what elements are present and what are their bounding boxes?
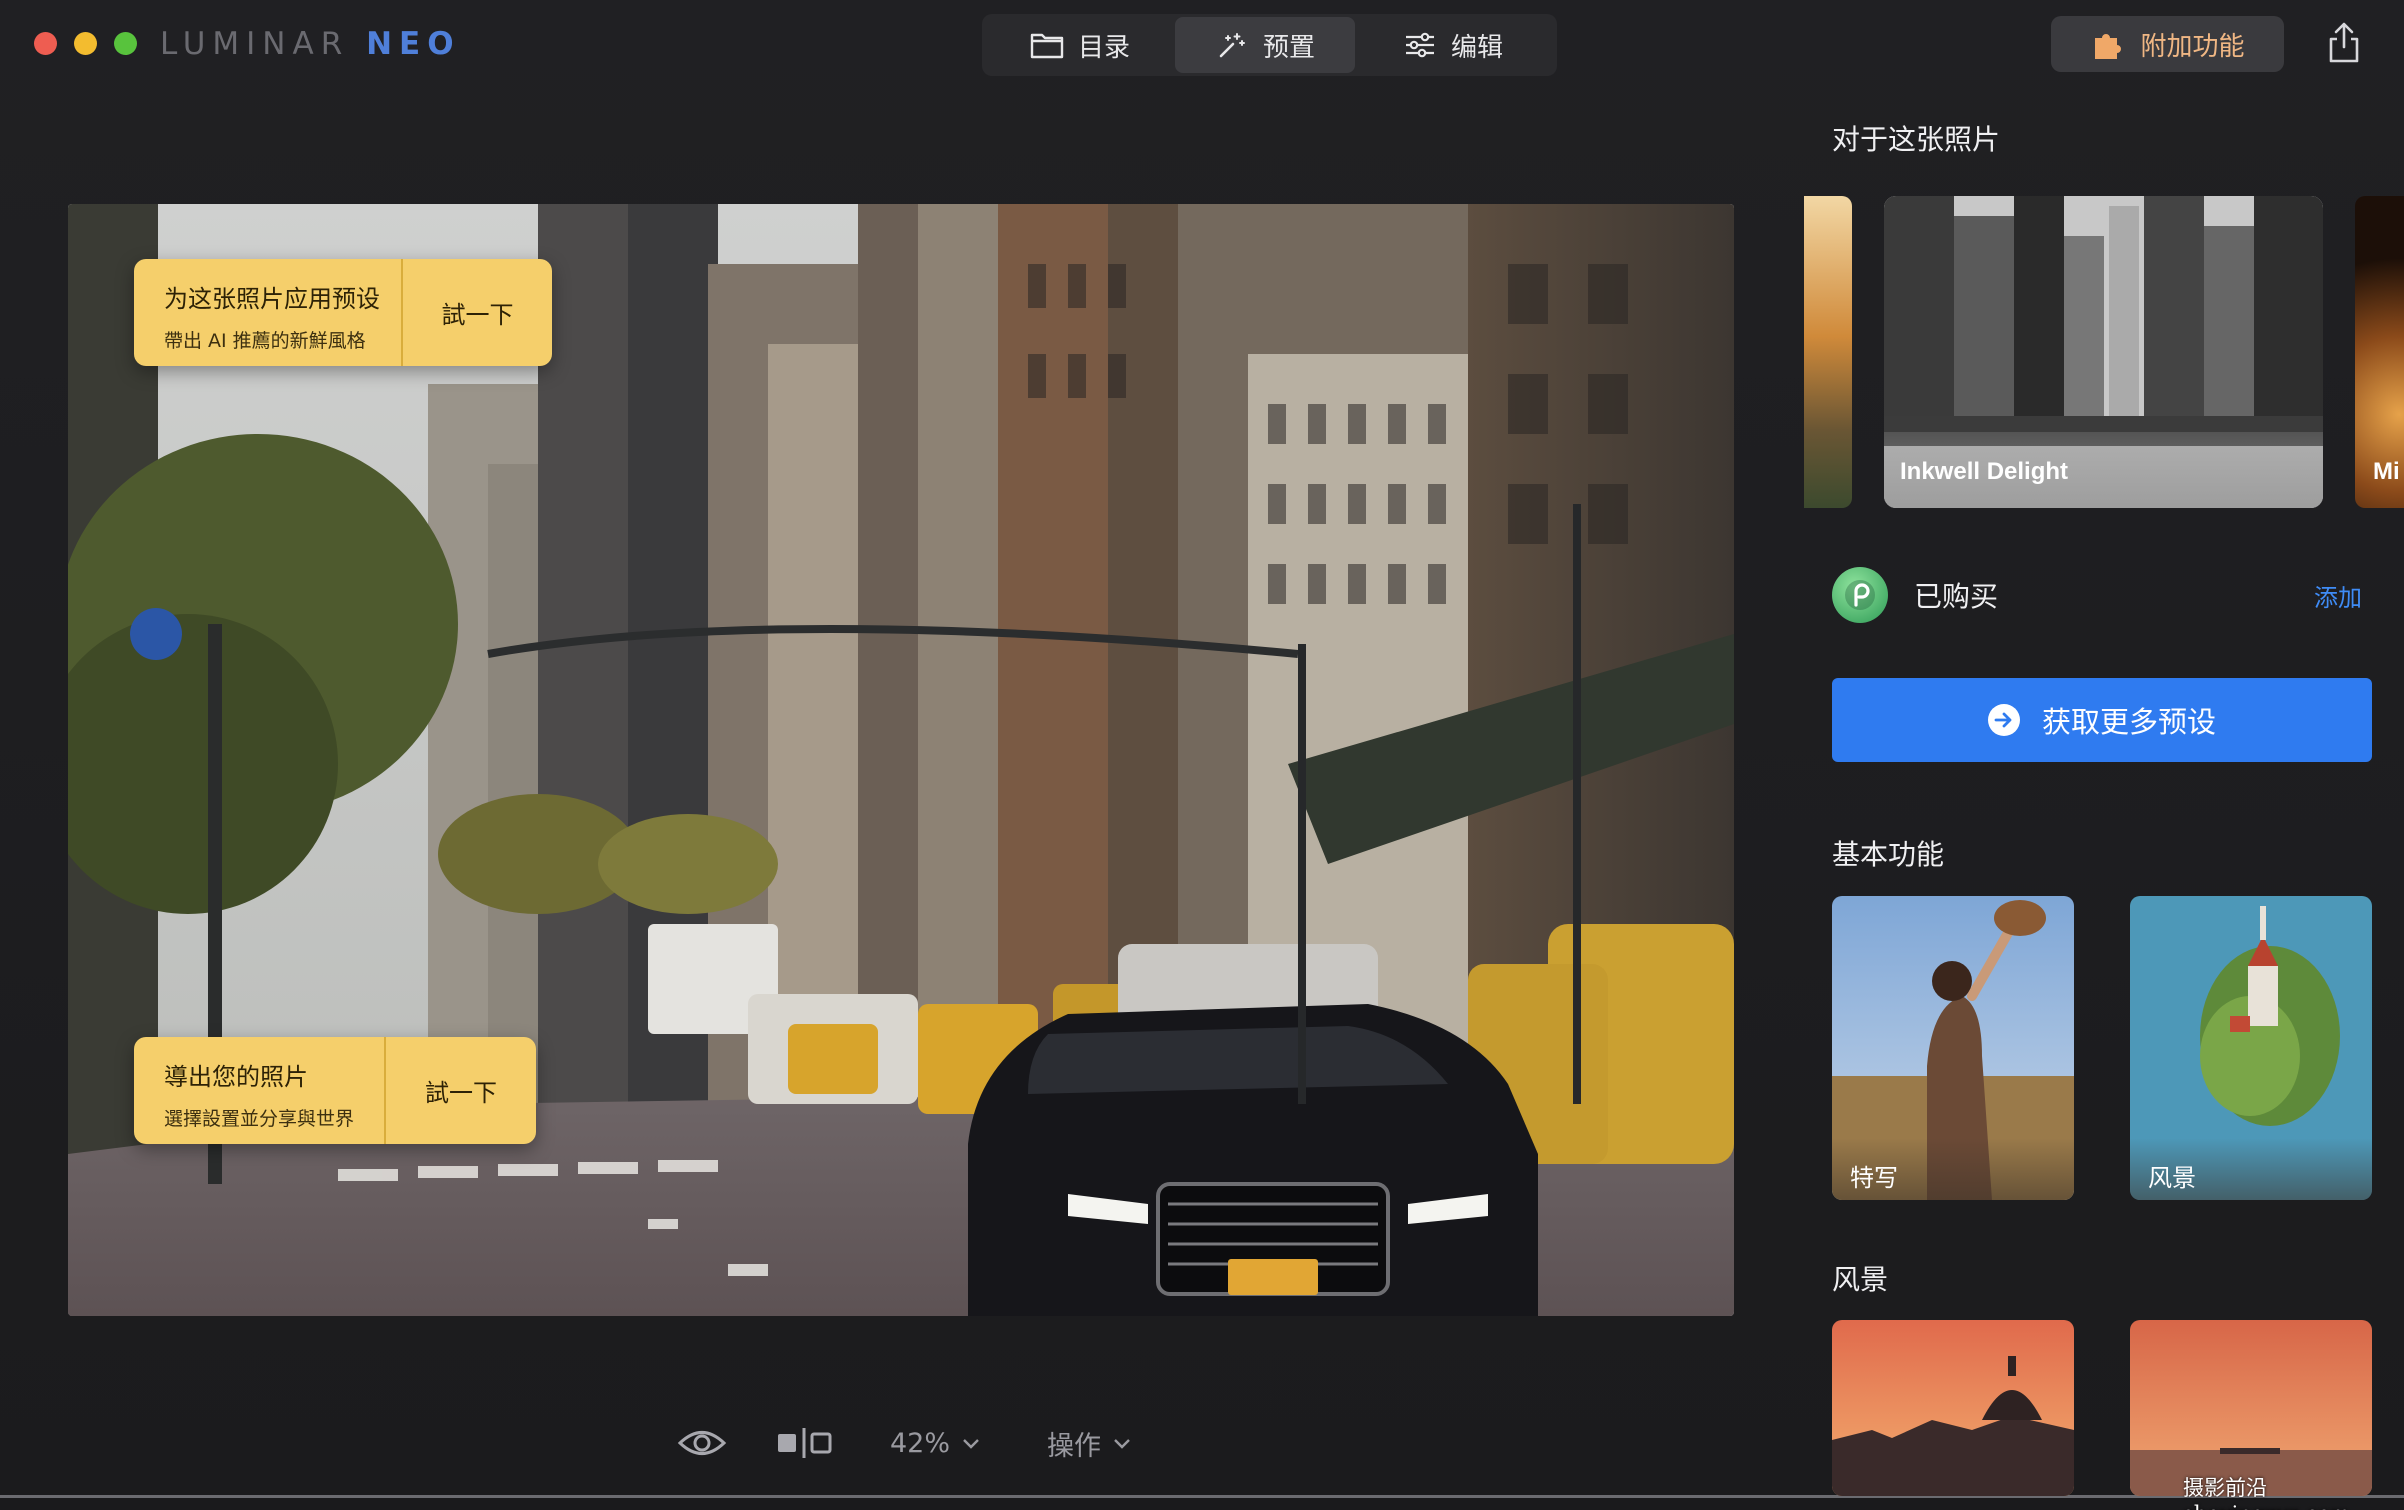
purchased-row: 已购买 添加 xyxy=(1832,567,2362,623)
preset-card-previous[interactable] xyxy=(1804,196,1852,508)
get-more-presets-button[interactable]: 获取更多预设 xyxy=(1832,678,2372,762)
compare-button[interactable] xyxy=(775,1418,833,1468)
folder-icon xyxy=(1030,33,1064,59)
landscape-label: 风景 xyxy=(2130,1138,2372,1200)
basic-features-heading: 基本功能 xyxy=(1832,838,1945,871)
landscape-heading: 风景 xyxy=(1832,1263,1889,1296)
add-link[interactable]: 添加 xyxy=(2314,578,2362,613)
preset-category-closeup[interactable]: 特写 xyxy=(1832,896,2074,1200)
apply-preset-tip-text: 为这张照片应用预设 帶出 AI 推薦的新鮮風格 xyxy=(134,259,401,366)
apply-preset-tip: 为这张照片应用预设 帶出 AI 推薦的新鮮風格 試一下 xyxy=(134,259,552,366)
addons-label: 附加功能 xyxy=(2140,31,2245,62)
preset-card-next-label: Mi xyxy=(2373,458,2400,485)
apply-preset-try-button[interactable]: 試一下 xyxy=(401,259,552,366)
chevron-down-icon xyxy=(963,1439,979,1449)
chevron-down-icon xyxy=(1114,1439,1130,1449)
tab-presets[interactable]: 预置 xyxy=(1175,17,1355,73)
tab-presets-label: 预置 xyxy=(1262,32,1315,63)
apply-preset-tip-title: 为这张照片应用预设 xyxy=(164,285,380,313)
app-window: LUMINAR NEO 目录 预置 编辑 附加功能 为这张照片应用预设 帶出 A… xyxy=(0,0,2404,1510)
tab-catalog[interactable]: 目录 xyxy=(985,17,1175,73)
get-more-presets-label: 获取更多预设 xyxy=(2041,705,2216,739)
tab-edit-label: 编辑 xyxy=(1450,32,1503,63)
preset-card-next[interactable]: Mi xyxy=(2355,196,2404,508)
preset-category-landscape[interactable]: 风景 xyxy=(2130,896,2372,1200)
preset-card-inkwell-delight[interactable]: Inkwell Delight xyxy=(1884,196,2323,508)
export-photo-tip: 導出您的照片 選擇設置並分享與世界 試一下 xyxy=(134,1037,536,1144)
preset-card-label: Inkwell Delight xyxy=(1884,432,2323,508)
puzzle-icon xyxy=(2095,34,2122,59)
magic-wand-icon xyxy=(1219,33,1245,58)
mode-switcher: 目录 预置 编辑 xyxy=(982,14,1557,76)
close-window-button[interactable] xyxy=(34,32,57,55)
landscape-preset-thumb-2[interactable] xyxy=(2130,1320,2372,1496)
actions-dropdown[interactable]: 操作 xyxy=(1047,1418,1131,1468)
watermark: 摄影前沿 sheyingzyz.com xyxy=(2183,1476,2350,1510)
share-icon[interactable] xyxy=(2326,22,2362,64)
closeup-label: 特写 xyxy=(1832,1138,2074,1200)
landscape-preset-thumb-1[interactable] xyxy=(1832,1320,2074,1496)
actions-label: 操作 xyxy=(1047,1430,1101,1462)
minimize-window-button[interactable] xyxy=(74,32,97,55)
photo-canvas[interactable]: 为这张照片应用预设 帶出 AI 推薦的新鮮風格 試一下 導出您的照片 選擇設置並… xyxy=(68,204,1734,1316)
zoom-value: 42% xyxy=(890,1427,951,1459)
export-photo-tip-subtitle: 選擇設置並分享與世界 xyxy=(164,1108,355,1130)
zoom-dropdown[interactable]: 42% xyxy=(890,1418,980,1468)
sea-sunset-thumbnail xyxy=(2130,1320,2372,1496)
zoom-window-button[interactable] xyxy=(114,32,137,55)
toggle-preview-button[interactable] xyxy=(677,1418,727,1468)
preset-pack-icon xyxy=(1832,567,1888,623)
arrow-right-circle-icon xyxy=(1987,704,2020,736)
eye-icon xyxy=(677,1431,727,1455)
for-this-photo-heading: 对于这张照片 xyxy=(1832,123,2001,156)
export-photo-tip-title: 導出您的照片 xyxy=(164,1063,308,1091)
app-logo: LUMINAR NEO xyxy=(160,26,461,62)
tab-catalog-label: 目录 xyxy=(1077,32,1130,63)
street-photo xyxy=(68,204,1734,1316)
purchased-label: 已购买 xyxy=(1914,580,1999,613)
export-photo-try-button[interactable]: 試一下 xyxy=(384,1037,536,1144)
export-photo-tip-text: 導出您的照片 選擇設置並分享與世界 xyxy=(134,1037,384,1144)
tab-edit[interactable]: 编辑 xyxy=(1355,17,1551,73)
compare-icon xyxy=(778,1428,832,1458)
apply-preset-tip-subtitle: 帶出 AI 推薦的新鮮風格 xyxy=(164,330,366,352)
addons-button[interactable]: 附加功能 xyxy=(2051,16,2284,72)
city-dome-thumbnail xyxy=(1832,1320,2074,1496)
sliders-icon xyxy=(1405,32,1434,58)
